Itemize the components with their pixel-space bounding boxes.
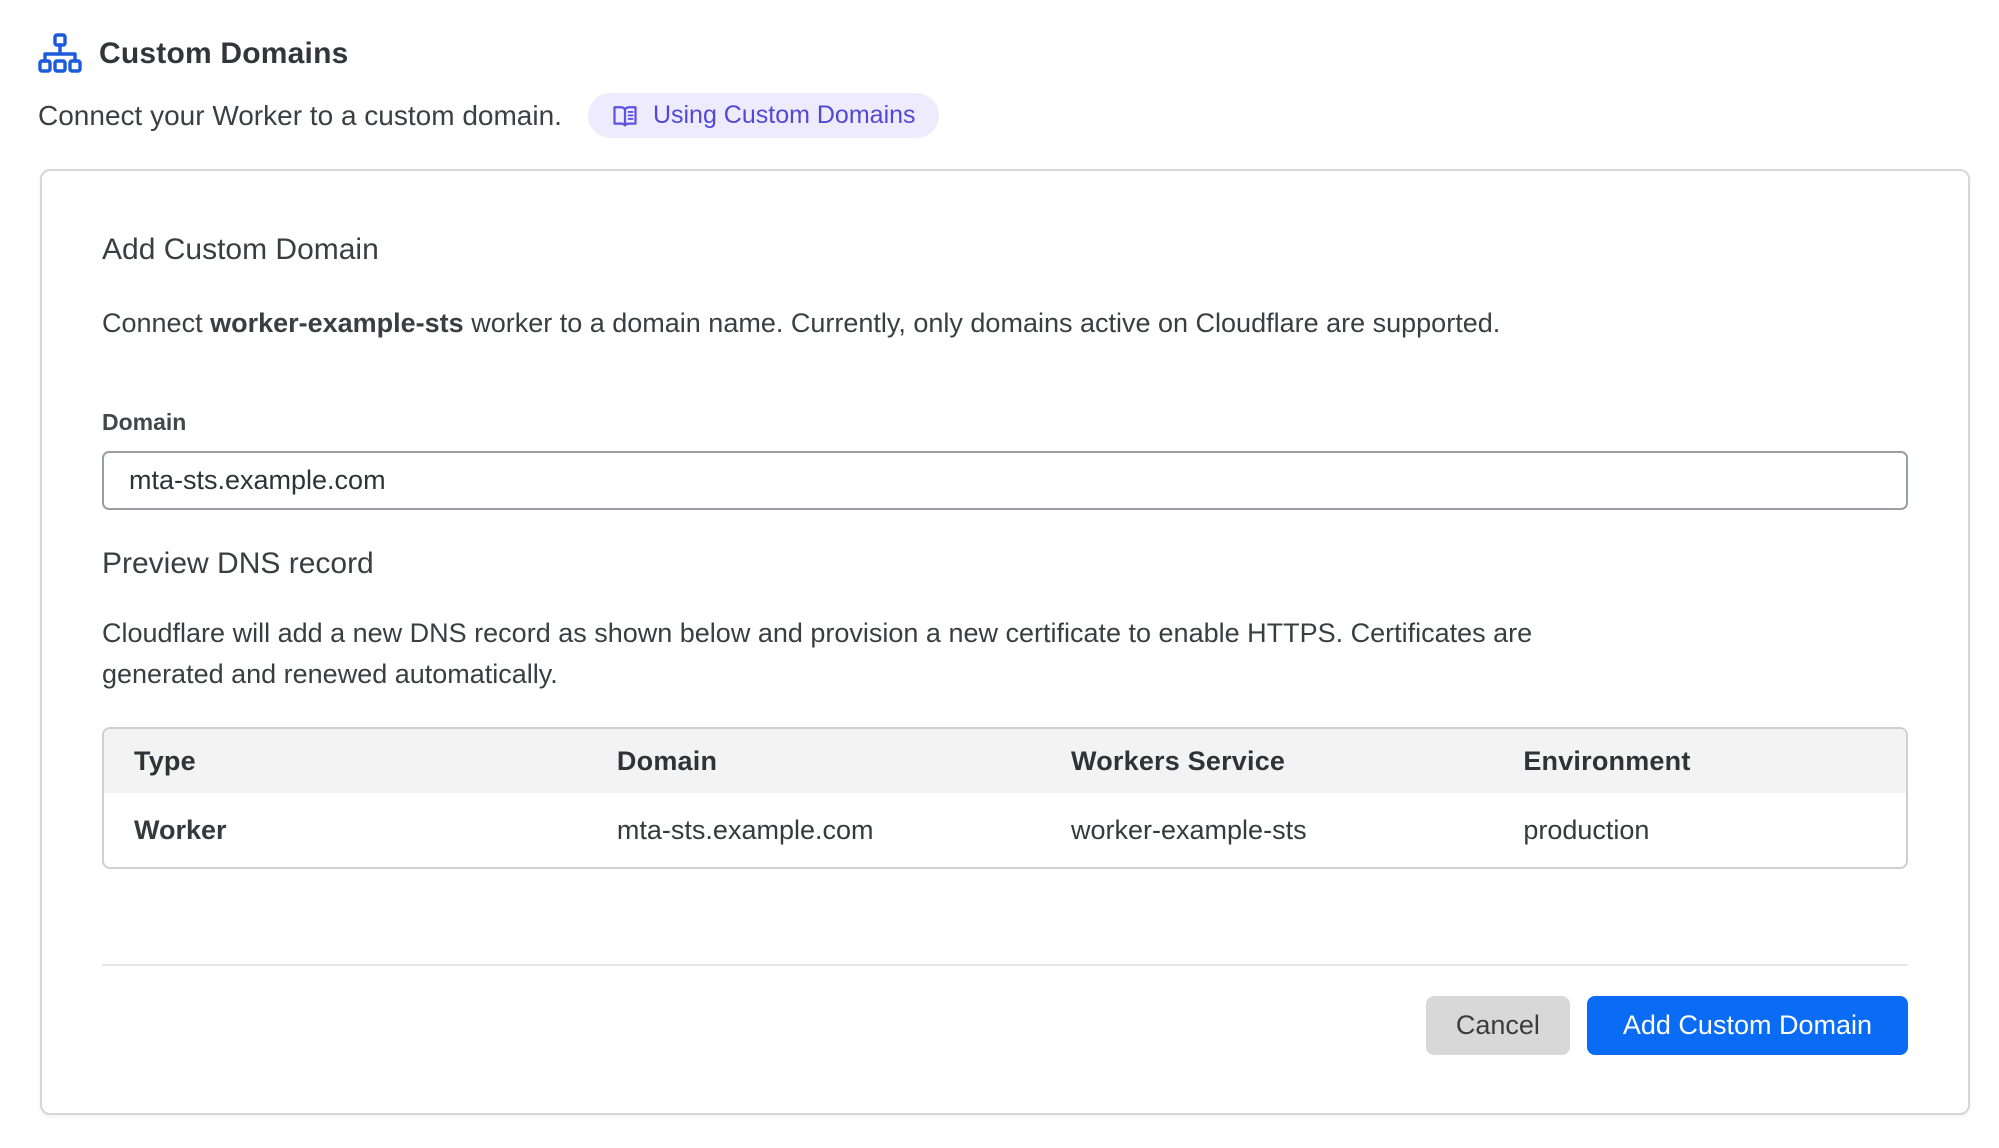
domain-input[interactable] xyxy=(102,451,1908,510)
table-row: Worker mta-sts.example.com worker-exampl… xyxy=(104,793,1906,867)
open-book-icon xyxy=(611,102,639,130)
column-header-workers-service: Workers Service xyxy=(1041,729,1493,793)
footer-actions: Cancel Add Custom Domain xyxy=(102,996,1908,1055)
table-header-row: Type Domain Workers Service Environment xyxy=(104,729,1906,793)
cell-workers-service: worker-example-sts xyxy=(1041,793,1493,867)
cell-environment: production xyxy=(1493,793,1906,867)
page-title: Custom Domains xyxy=(99,37,349,71)
column-header-domain: Domain xyxy=(587,729,1041,793)
docs-link-label: Using Custom Domains xyxy=(653,101,916,130)
page-header: Custom Domains Connect your Worker to a … xyxy=(0,0,1999,138)
page-subtitle: Connect your Worker to a custom domain. xyxy=(38,100,562,132)
preview-dns-description: Cloudflare will add a new DNS record as … xyxy=(102,613,1602,695)
column-header-environment: Environment xyxy=(1493,729,1906,793)
worker-name: worker-example-sts xyxy=(210,308,464,338)
cell-type: Worker xyxy=(104,793,587,867)
column-header-type: Type xyxy=(104,729,587,793)
cell-domain: mta-sts.example.com xyxy=(587,793,1041,867)
domain-field-label: Domain xyxy=(102,409,1908,436)
preview-dns-heading: Preview DNS record xyxy=(102,547,1908,581)
sitemap-icon xyxy=(38,32,82,76)
using-custom-domains-link[interactable]: Using Custom Domains xyxy=(588,93,939,138)
add-custom-domain-button[interactable]: Add Custom Domain xyxy=(1587,996,1908,1055)
card-intro-text: Connect worker-example-sts worker to a d… xyxy=(102,303,1908,343)
card-heading: Add Custom Domain xyxy=(102,233,1908,267)
footer-divider xyxy=(102,964,1908,966)
dns-preview-table: Type Domain Workers Service Environment … xyxy=(102,727,1908,869)
cancel-button[interactable]: Cancel xyxy=(1426,996,1570,1055)
add-custom-domain-card: Add Custom Domain Connect worker-example… xyxy=(40,169,1970,1115)
